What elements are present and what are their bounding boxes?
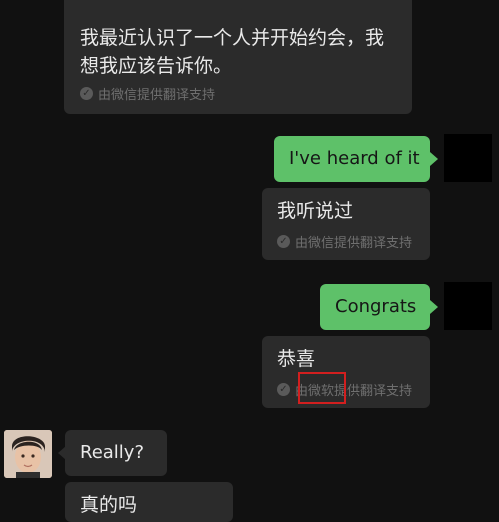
check-icon: ✓ — [80, 87, 93, 100]
bubble-tail — [430, 300, 438, 314]
translation-text-2: 我听说过 — [277, 200, 354, 222]
highlight-box — [298, 372, 346, 404]
translation-text-4: 真的吗 — [80, 494, 138, 516]
translation-provider-1: ✓ 由微信提供翻译支持 — [80, 84, 215, 103]
sent-message-text-1: I've heard of it — [289, 148, 420, 169]
translation-text-3: 恭喜 — [277, 348, 316, 370]
translation-text-1-line1: 我最近认识了一个人并开始约会，我 — [80, 27, 385, 49]
bubble-tail — [430, 152, 438, 166]
translation-text-1-line2: 想我应该告诉你。 — [80, 55, 233, 77]
translation-provider-2: ✓ 由微信提供翻译支持 — [277, 232, 412, 251]
provider-label-2: 由微信提供翻译支持 — [295, 236, 413, 251]
sent-message-text-2: Congrats — [335, 296, 417, 317]
check-icon: ✓ — [277, 235, 290, 248]
self-avatar[interactable] — [444, 282, 492, 330]
received-message-text: Really? — [80, 442, 145, 463]
check-icon: ✓ — [277, 383, 290, 396]
self-avatar[interactable] — [444, 134, 492, 182]
contact-avatar[interactable] — [4, 430, 52, 478]
provider-label-1: 由微信提供翻译支持 — [98, 88, 216, 103]
